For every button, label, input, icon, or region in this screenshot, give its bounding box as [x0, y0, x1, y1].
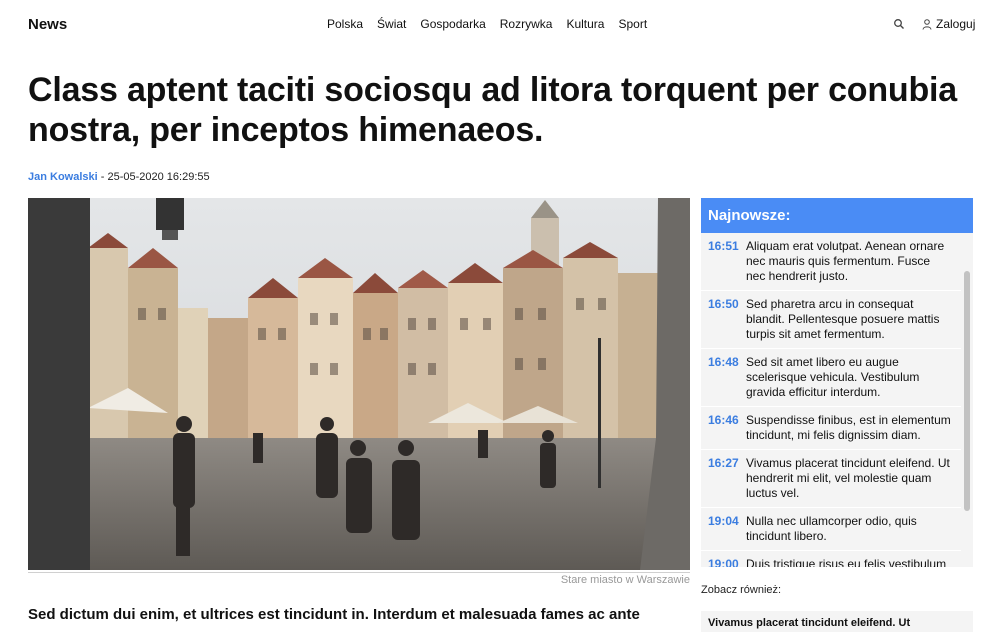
sidebar-title: Najnowsze:: [701, 198, 973, 233]
article-lead: Sed dictum dui enim, et ultrices est tin…: [28, 606, 640, 623]
main-nav: Polska Świat Gospodarka Rozrywka Kultura…: [327, 17, 647, 31]
scrollbar-track[interactable]: [961, 233, 973, 567]
latest-news-sidebar: Najnowsze: 16:51 Aliquam erat volutpat. …: [701, 198, 973, 567]
news-time: 16:48: [708, 355, 739, 369]
news-time: 19:00: [708, 557, 739, 567]
nav-item-rozrywka[interactable]: Rozrywka: [500, 17, 553, 31]
nav-item-sport[interactable]: Sport: [618, 17, 647, 31]
user-icon: [922, 18, 932, 30]
nav-item-gospodarka[interactable]: Gospodarka: [420, 17, 485, 31]
nav-item-swiat[interactable]: Świat: [377, 17, 406, 31]
news-link[interactable]: Aliquam erat volutpat. Aenean ornare nec…: [746, 239, 951, 284]
search-icon[interactable]: [893, 17, 905, 29]
list-item[interactable]: 16:48 Sed sit amet libero eu augue scele…: [701, 349, 973, 407]
news-link[interactable]: Sed sit amet libero eu augue scelerisque…: [746, 355, 951, 400]
list-item[interactable]: 16:46 Suspendisse finibus, est in elemen…: [701, 407, 973, 450]
news-time: 16:46: [708, 413, 739, 427]
nav-item-polska[interactable]: Polska: [327, 17, 363, 31]
related-article-link[interactable]: Vivamus placerat tincidunt eleifend. Ut: [701, 611, 973, 632]
login-button[interactable]: Zaloguj: [922, 17, 975, 31]
see-also-label: Zobacz również:: [701, 584, 782, 596]
login-label: Zaloguj: [936, 17, 976, 31]
news-link[interactable]: Vivamus placerat tincidunt eleifend. Ut …: [746, 456, 951, 501]
news-link[interactable]: Duis tristique risus eu felis vestibulum…: [746, 557, 951, 567]
news-link[interactable]: Nulla nec ullamcorper odio, quis tincidu…: [746, 514, 951, 544]
publish-date: - 25-05-2020 16:29:55: [97, 171, 210, 183]
site-logo[interactable]: News: [28, 16, 67, 33]
nav-item-kultura[interactable]: Kultura: [566, 17, 604, 31]
news-time: 19:04: [708, 514, 739, 528]
latest-news-list[interactable]: 16:51 Aliquam erat volutpat. Aenean orna…: [701, 233, 973, 567]
list-item[interactable]: 16:50 Sed pharetra arcu in consequat bla…: [701, 291, 973, 349]
list-item[interactable]: 19:00 Duis tristique risus eu felis vest…: [701, 551, 973, 567]
list-item[interactable]: 16:51 Aliquam erat volutpat. Aenean orna…: [701, 233, 973, 291]
photo-caption: Stare miasto w Warszawie: [28, 572, 690, 586]
list-item[interactable]: 16:27 Vivamus placerat tincidunt eleifen…: [701, 450, 973, 508]
scrollbar-thumb[interactable]: [964, 271, 970, 511]
author-link[interactable]: Jan Kowalski: [28, 171, 98, 183]
article-byline: Jan Kowalski - 25-05-2020 16:29:55: [28, 171, 210, 183]
news-link[interactable]: Suspendisse finibus, est in elementum ti…: [746, 413, 951, 443]
article-title: Class aptent taciti sociosqu ad litora t…: [28, 71, 958, 149]
news-time: 16:51: [708, 239, 739, 253]
article-photo: [28, 198, 690, 570]
news-time: 16:50: [708, 297, 739, 311]
top-navigation-bar: News Polska Świat Gospodarka Rozrywka Ku…: [0, 0, 1000, 48]
news-link[interactable]: Sed pharetra arcu in consequat blandit. …: [746, 297, 951, 342]
list-item[interactable]: 19:04 Nulla nec ullamcorper odio, quis t…: [701, 508, 973, 551]
news-time: 16:27: [708, 456, 739, 470]
